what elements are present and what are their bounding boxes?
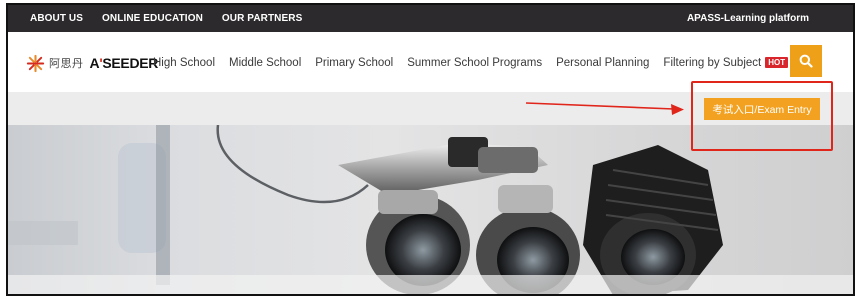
logo-english-text: A'SEEDER <box>90 55 159 71</box>
main-header: 阿思丹 A'SEEDER High School Middle School P… <box>8 32 853 92</box>
logo-seeder: SEEDER <box>102 55 159 71</box>
nav-filter-label: Filtering by Subject <box>663 57 762 69</box>
main-nav: High School Middle School Primary School… <box>153 53 802 73</box>
top-bar: ABOUT US ONLINE EDUCATION OUR PARTNERS A… <box>8 5 853 32</box>
logo[interactable]: 阿思丹 A'SEEDER <box>26 53 158 73</box>
learning-platform-link[interactable]: APASS-Learning platform <box>687 5 809 32</box>
page-frame: ABOUT US ONLINE EDUCATION OUR PARTNERS A… <box>6 3 855 296</box>
nav-personal-planning[interactable]: Personal Planning <box>556 57 649 69</box>
search-button[interactable] <box>790 45 822 77</box>
logo-mark-icon <box>26 54 45 72</box>
nav-summer-school-programs[interactable]: Summer School Programs <box>407 57 542 69</box>
hero-banner-image <box>8 125 853 294</box>
exam-entry-button[interactable]: 考试入口/Exam Entry <box>704 98 820 120</box>
logo-letter-a: A <box>89 55 100 71</box>
nav-middle-school[interactable]: Middle School <box>229 57 301 69</box>
nav-primary-school[interactable]: Primary School <box>315 57 393 69</box>
search-icon <box>799 54 813 68</box>
online-education-link[interactable]: ONLINE EDUCATION <box>102 13 203 24</box>
nav-high-school[interactable]: High School <box>153 57 215 69</box>
logo-chinese-text: 阿思丹 <box>49 58 84 70</box>
our-partners-link[interactable]: OUR PARTNERS <box>222 13 302 24</box>
hot-badge: HOT <box>765 57 789 68</box>
hero-illustration <box>8 125 853 294</box>
nav-filtering-by-subject[interactable]: Filtering by Subject HOT <box>663 57 789 69</box>
about-us-link[interactable]: ABOUT US <box>30 13 83 24</box>
top-links: ABOUT US ONLINE EDUCATION OUR PARTNERS <box>30 5 321 32</box>
